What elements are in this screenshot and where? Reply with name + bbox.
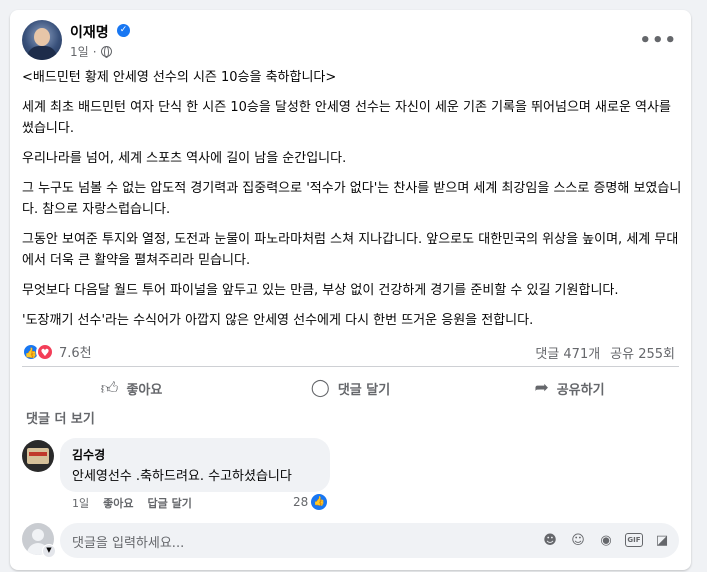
comment-bubble: 김수경 안세영선수 .축하드려요. 수고하셨습니다 — [60, 438, 330, 492]
comment-meta: 1일 좋아요 답글 달기 — [72, 495, 192, 511]
post-paragraph: 세계 최초 배드민턴 여자 단식 한 시즌 10승을 달성한 안세영 선수는 자… — [22, 100, 671, 136]
share-button-label: 공유하기 — [556, 382, 605, 398]
comment-reply-button[interactable]: 답글 달기 — [148, 495, 192, 511]
share-arrow-icon: ➦ — [534, 378, 549, 398]
commenter-avatar[interactable] — [22, 440, 54, 472]
like-button[interactable]: 👍︎ 좋아요 — [22, 370, 241, 406]
post-meta: 1일 · — [70, 43, 112, 60]
comment-bubble-icon: ◯ — [310, 378, 330, 398]
commenter-name[interactable]: 김수경 — [72, 446, 318, 463]
post-card: 이재명 ✓ 1일 · ••• <배드민턴 황제 안세영 선수의 시즌 10승을 … — [10, 10, 691, 570]
divider — [22, 408, 679, 409]
like-button-label: 좋아요 — [126, 382, 163, 398]
comment-input-placeholder: 댓글을 입력하세요... — [72, 536, 185, 551]
author-name[interactable]: 이재명 — [70, 22, 109, 42]
post-title-line: <배드민턴 황제 안세영 선수의 시즌 10승을 축하합니다> — [22, 70, 337, 85]
post-paragraph: 그 누구도 넘볼 수 없는 압도적 경기력과 집중력으로 '적수가 없다'는 찬… — [22, 181, 682, 217]
love-reaction-icon: ♥ — [36, 342, 54, 361]
divider — [22, 366, 679, 367]
comment-input[interactable]: 댓글을 입력하세요... ☻ ☺ ◉ GIF ◪ — [60, 523, 679, 558]
post-paragraph: 그동안 보여준 투지와 열정, 도전과 눈물이 파노라마처럼 스쳐 지나갑니다.… — [22, 232, 679, 268]
avatar-sticker-icon[interactable]: ☻ — [541, 531, 559, 549]
share-button[interactable]: ➦ 공유하기 — [460, 370, 679, 406]
sticker-icon[interactable]: ◪ — [653, 531, 671, 549]
engagement-counts: 댓글 471개 공유 255회 — [535, 343, 675, 362]
chevron-down-icon[interactable]: ▼ — [42, 544, 56, 558]
comment-like-button[interactable]: 좋아요 — [103, 495, 133, 511]
post-paragraph: '도장깨기 선수'라는 수식어가 아깝지 않은 안세영 선수에게 다시 한번 뜨… — [22, 313, 534, 328]
action-bar: 👍︎ 좋아요 ◯ 댓글 달기 ➦ 공유하기 — [22, 370, 679, 406]
reaction-summary[interactable]: 👍 ♥ 7.6천 — [22, 342, 92, 361]
post-time[interactable]: 1일 — [70, 43, 89, 60]
post-paragraph: 우리나라를 넘어, 세계 스포츠 역사에 길이 남을 순간입니다. — [22, 151, 347, 166]
post-body: <배드민턴 황제 안세영 선수의 시즌 10승을 축하합니다> 세계 최초 배드… — [22, 67, 682, 340]
like-reaction-icon: 👍 — [311, 494, 328, 510]
comment-button[interactable]: ◯ 댓글 달기 — [241, 370, 460, 406]
comment-like-count[interactable]: 28 👍 — [293, 494, 328, 510]
camera-icon[interactable]: ◉ — [597, 531, 615, 549]
reaction-count[interactable]: 7.6천 — [59, 342, 92, 361]
gif-icon[interactable]: GIF — [625, 533, 643, 547]
comment-time[interactable]: 1일 — [72, 495, 89, 511]
verified-badge-icon: ✓ — [117, 24, 130, 37]
thumbs-up-icon: 👍︎ — [100, 378, 119, 399]
author-avatar[interactable] — [22, 20, 62, 60]
composer-tools: ☻ ☺ ◉ GIF ◪ — [541, 531, 671, 549]
view-more-comments-link[interactable]: 댓글 더 보기 — [26, 408, 95, 427]
comment-likes-number: 28 — [293, 495, 309, 509]
meta-separator: · — [92, 44, 97, 59]
globe-icon — [100, 46, 112, 58]
post-paragraph: 무엇보다 다음달 월드 투어 파이널을 앞두고 있는 만큼, 부상 없이 건강하… — [22, 283, 619, 298]
more-options-icon[interactable]: ••• — [639, 30, 677, 51]
comment-button-label: 댓글 달기 — [337, 382, 391, 398]
share-count[interactable]: 공유 255회 — [610, 343, 675, 362]
comment-count[interactable]: 댓글 471개 — [535, 343, 600, 362]
emoji-icon[interactable]: ☺ — [569, 531, 587, 549]
comment-text: 안세영선수 .축하드려요. 수고하셨습니다 — [72, 469, 292, 484]
